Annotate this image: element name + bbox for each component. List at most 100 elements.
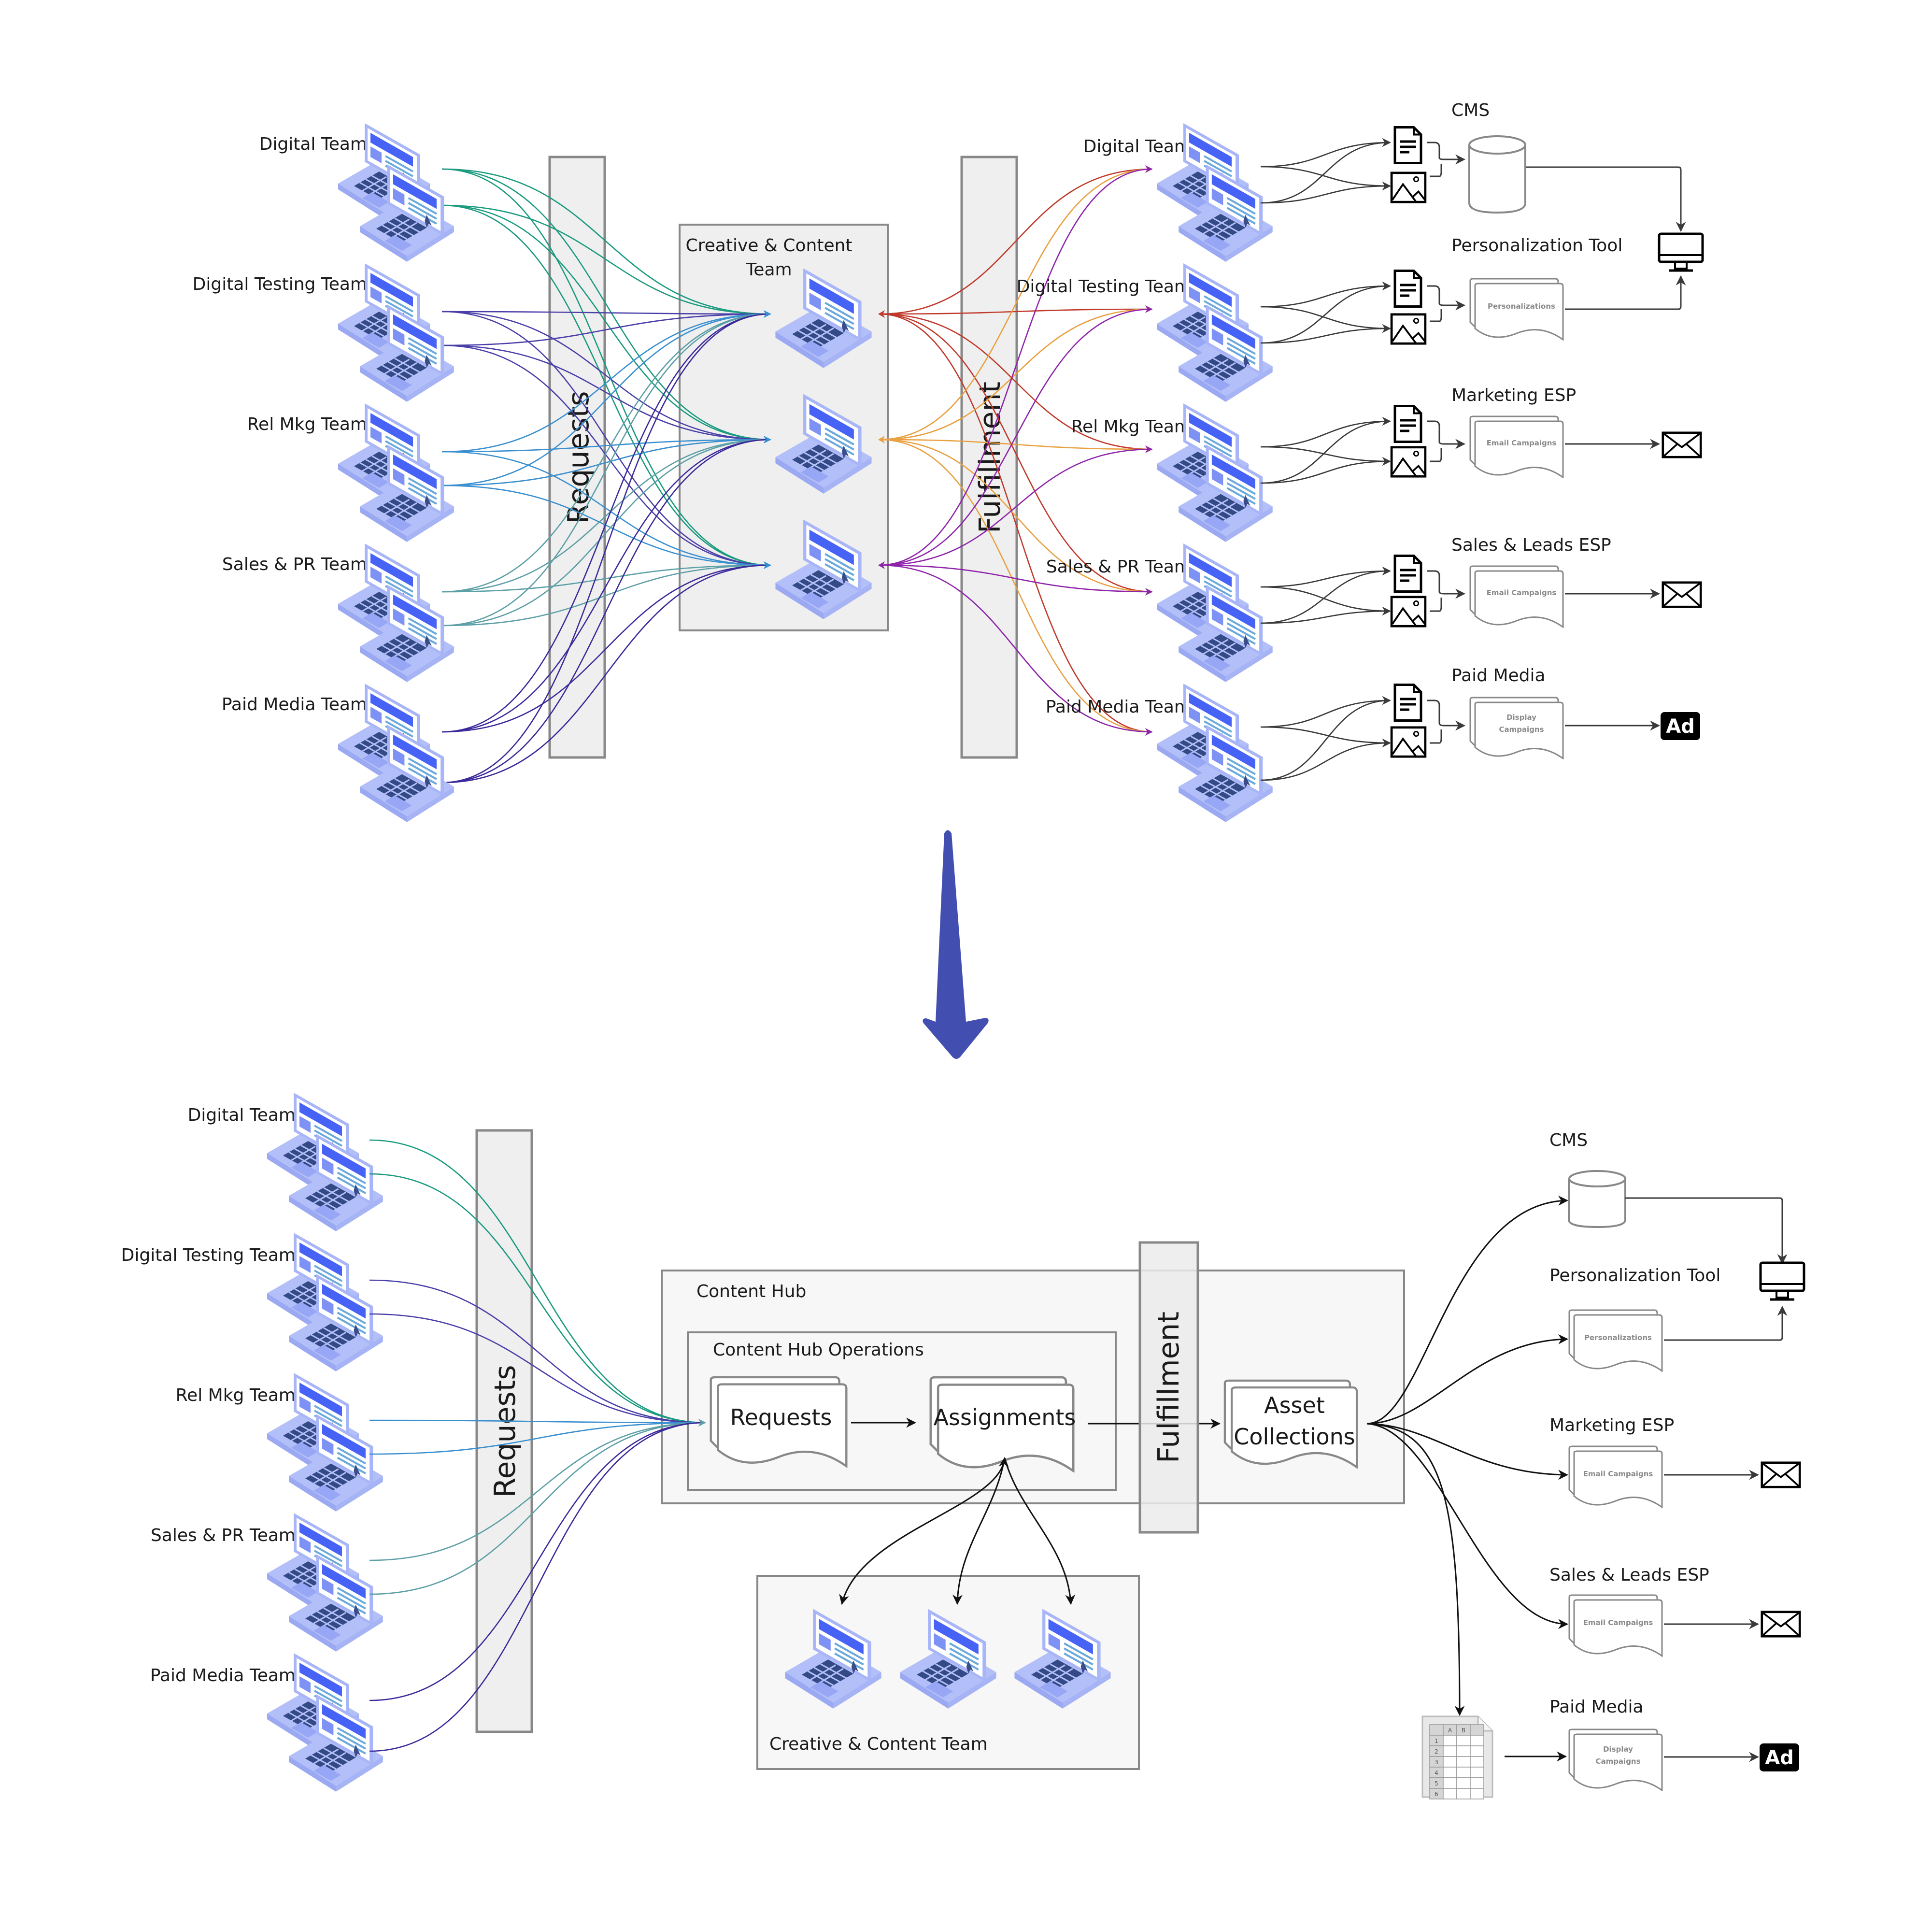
creative-team-label-bottom: Creative & Content Team xyxy=(769,1734,988,1754)
assignments-doc-label: Assignments xyxy=(934,1404,1076,1430)
spreadsheet-cell xyxy=(1470,1735,1484,1746)
requests-doc-label: Requests xyxy=(730,1404,832,1430)
asset-line xyxy=(1260,696,1391,781)
spreadsheet-cell xyxy=(1443,1777,1457,1789)
image-icon xyxy=(1392,728,1425,757)
asset-line xyxy=(1260,696,1391,728)
team-label: Rel Mkg Team xyxy=(247,414,367,434)
team-label: Paid Media Team xyxy=(1046,697,1191,717)
requests-bar-label: Requests xyxy=(562,391,596,524)
team-label: Sales & PR Team xyxy=(1046,557,1191,577)
spreadsheet-row-label: 2 xyxy=(1435,1748,1438,1755)
right-team-sales-pr: Sales & PR Team xyxy=(1046,543,1273,682)
spreadsheet-cell xyxy=(1470,1745,1484,1757)
asset-line xyxy=(1260,281,1391,344)
document-icon xyxy=(1395,406,1421,442)
bottom-team-digital-testing: Digital Testing Team xyxy=(121,1233,383,1371)
content-hub-operations-label: Content Hub Operations xyxy=(713,1340,924,1360)
spreadsheet-cell xyxy=(1456,1777,1471,1789)
envelope-icon xyxy=(1663,583,1701,607)
spreadsheet-cell xyxy=(1443,1767,1457,1778)
transition-arrow xyxy=(923,830,989,1059)
spreadsheet-col-label: B xyxy=(1462,1727,1465,1734)
team-label: Digital Testing Team xyxy=(121,1245,296,1265)
bottom-team-sales-pr: Sales & PR Team xyxy=(151,1513,383,1652)
requests-bar-label-bottom: Requests xyxy=(488,1365,522,1498)
dest-title-paid-media-bottom: Paid Media xyxy=(1549,1697,1644,1717)
team-label: Rel Mkg Team xyxy=(176,1385,296,1405)
envelope-icon xyxy=(1663,433,1701,457)
creative-box-label-line2: Team xyxy=(745,260,792,280)
bottom-team-digital: Digital Team xyxy=(188,1093,383,1231)
spreadsheet-row-label: 4 xyxy=(1435,1770,1438,1776)
ad-text: Ad xyxy=(1765,1747,1794,1769)
spreadsheet-row-label: 6 xyxy=(1435,1791,1438,1798)
team-label: Digital Team xyxy=(1083,137,1191,157)
cms-database-icon xyxy=(1468,135,1526,214)
team-label: Digital Testing Team xyxy=(193,274,367,294)
team-label: Sales & PR Team xyxy=(151,1526,296,1545)
spreadsheet-cell xyxy=(1443,1735,1457,1746)
email-campaigns-label: Email Campaigns xyxy=(1487,439,1557,447)
spreadsheet-cell xyxy=(1443,1745,1457,1757)
personalizations-label: Personalizations xyxy=(1584,1333,1652,1342)
asset-line xyxy=(1260,416,1391,448)
bottom-future-state: Requests Content Hub Content Hub Operati… xyxy=(121,1093,1804,1799)
team-label: Sales & PR Team xyxy=(222,555,367,574)
email-campaigns-label: Email Campaigns xyxy=(1487,588,1557,597)
request-line xyxy=(369,1419,706,1561)
display-campaigns-label-1: Display xyxy=(1506,713,1536,722)
asset-line xyxy=(1260,416,1391,484)
team-label: Paid Media Team xyxy=(222,695,367,714)
ad-icon: Ad xyxy=(1661,712,1700,740)
dest-title-cms: CMS xyxy=(1451,100,1490,120)
spreadsheet-cell xyxy=(1456,1756,1471,1768)
dest-title-marketing-esp-bottom: Marketing ESP xyxy=(1549,1415,1674,1435)
request-line xyxy=(369,1419,706,1752)
left-team-digital-testing: Digital Testing Team xyxy=(193,263,454,402)
image-icon xyxy=(1392,447,1425,476)
request-line xyxy=(369,1173,706,1427)
content-hub-label: Content Hub xyxy=(696,1282,806,1301)
dest-title-personalization: Personalization Tool xyxy=(1451,236,1622,256)
image-icon xyxy=(1392,597,1425,626)
top-current-state: Requests Creative & Content Team Fulfill… xyxy=(193,100,1703,822)
bottom-request-connectors xyxy=(369,1139,706,1752)
display-campaigns-label-2: Campaigns xyxy=(1499,725,1544,734)
left-team-paid-media: Paid Media Team xyxy=(222,684,454,822)
asset-line xyxy=(1260,306,1391,333)
dest-title-sales-leads-esp: Sales & Leads ESP xyxy=(1451,535,1611,555)
right-team-digital: Digital Team xyxy=(1083,123,1273,262)
asset-line xyxy=(1260,586,1391,616)
email-campaigns-label: Email Campaigns xyxy=(1583,1618,1653,1627)
spreadsheet-cell xyxy=(1456,1745,1471,1757)
creative-box-label-line1: Creative & Content xyxy=(685,236,852,256)
image-icon xyxy=(1392,173,1425,202)
spreadsheet-row-label: 3 xyxy=(1435,1759,1438,1766)
team-label: Digital Team xyxy=(188,1105,296,1125)
spreadsheet-cell xyxy=(1470,1724,1484,1736)
request-line xyxy=(369,1419,706,1701)
right-team-digital-testing: Digital Testing Team xyxy=(1017,263,1273,402)
fulfillment-bar-label-bottom: Fulfillment xyxy=(1152,1312,1186,1463)
dest-title-sales-leads-esp-bottom: Sales & Leads ESP xyxy=(1549,1565,1709,1585)
spreadsheet-cell xyxy=(1456,1767,1471,1778)
desktop-monitor-icon xyxy=(1659,234,1703,271)
dest-title-marketing-esp: Marketing ESP xyxy=(1451,385,1576,405)
bottom-team-paid-media: Paid Media Team xyxy=(150,1653,383,1792)
dest-title-cms-bottom: CMS xyxy=(1549,1130,1588,1150)
spreadsheet-cell xyxy=(1470,1777,1484,1789)
right-team-paid-media: Paid Media Team xyxy=(1046,684,1273,822)
spreadsheet-col-label: A xyxy=(1448,1727,1452,1734)
asset-collections-label-1: Asset xyxy=(1264,1392,1325,1418)
personalizations-label: Personalizations xyxy=(1488,302,1555,311)
ad-text: Ad xyxy=(1666,715,1695,738)
asset-line xyxy=(1260,138,1391,168)
asset-line xyxy=(1260,738,1391,781)
envelope-icon xyxy=(1762,1612,1800,1636)
request-line xyxy=(369,1419,706,1427)
bottom-team-rel-mkg: Rel Mkg Team xyxy=(176,1373,383,1512)
top-destinations: CMS Personalization Tool Personalization… xyxy=(1392,100,1703,759)
spreadsheet-cell xyxy=(1470,1756,1484,1768)
email-campaigns-label: Email Campaigns xyxy=(1583,1470,1653,1478)
